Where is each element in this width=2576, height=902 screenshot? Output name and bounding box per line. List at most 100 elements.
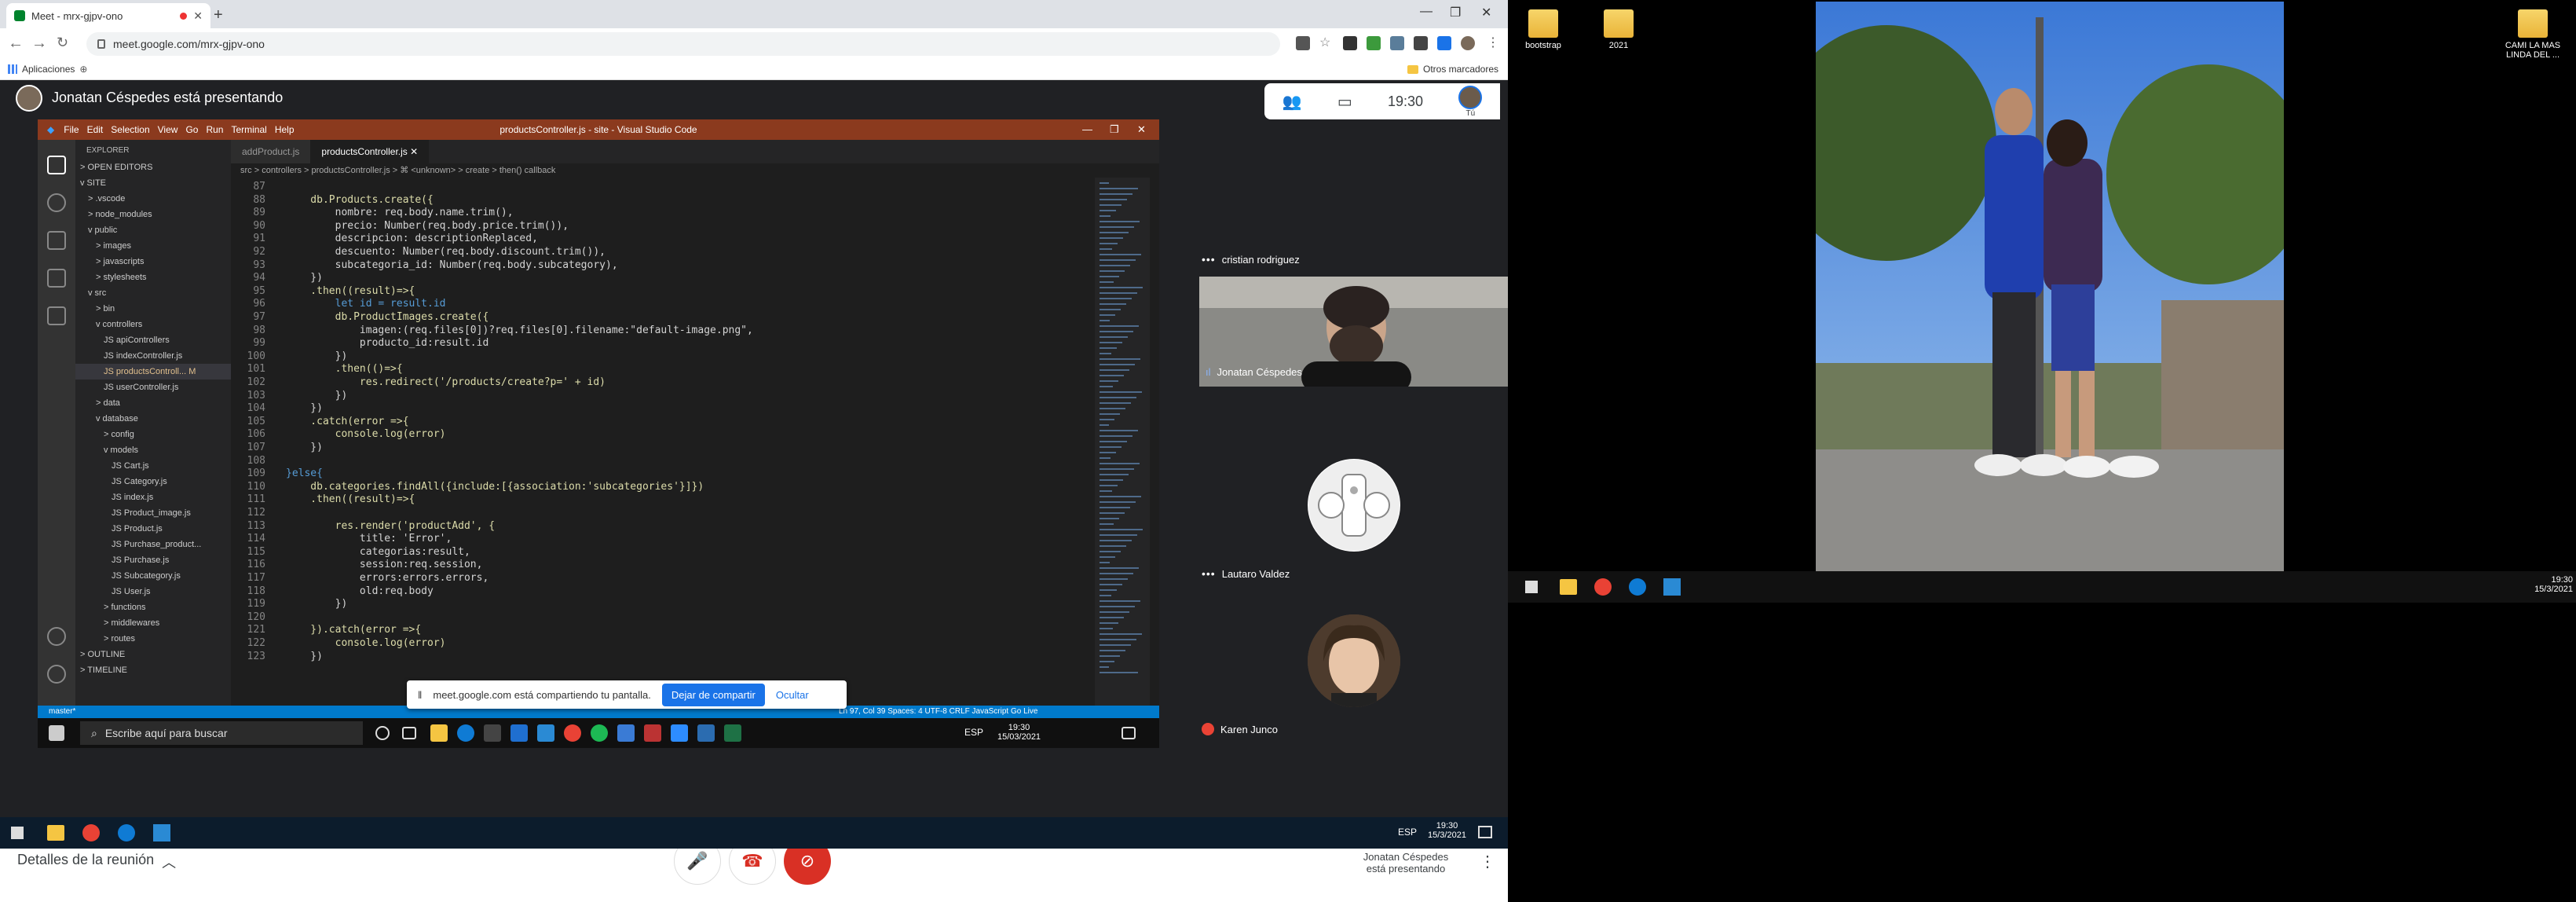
run-debug-icon[interactable]	[47, 269, 66, 288]
chrome-icon[interactable]	[1594, 578, 1612, 596]
hide-button[interactable]: Ocultar	[776, 689, 809, 701]
explorer-item[interactable]: > stylesheets	[75, 270, 231, 285]
explorer-item[interactable]: v database	[75, 411, 231, 427]
chrome-icon[interactable]	[82, 824, 100, 842]
explorer-item[interactable]: JS Product.js	[75, 521, 231, 537]
notifications-icon[interactable]	[1122, 727, 1136, 739]
cortana-icon[interactable]	[375, 726, 390, 740]
spotify-icon[interactable]	[591, 724, 608, 742]
maximize-icon[interactable]: ❐	[1110, 123, 1119, 136]
explorer-item[interactable]: > functions	[75, 600, 231, 615]
explorer-item[interactable]: v public	[75, 222, 231, 238]
desktop-folder-icon[interactable]: 2021	[1583, 9, 1654, 50]
windows-start-icon[interactable]	[49, 725, 64, 741]
explorer-item[interactable]: JS Purchase.js	[75, 552, 231, 568]
branch-status[interactable]: master*	[49, 706, 75, 718]
taskbar-clock[interactable]: 19:30 15/3/2021	[2529, 575, 2573, 594]
chat-icon[interactable]: ▭	[1337, 92, 1352, 112]
star-icon[interactable]: ☆	[1319, 35, 1334, 50]
self-view[interactable]: Tú	[1458, 85, 1483, 118]
taskbar-clock[interactable]: 19:30 15/3/2021	[1428, 821, 1466, 840]
taskbar-clock[interactable]: 19:30 15/03/2021	[997, 723, 1041, 742]
address-bar[interactable]: meet.google.com/mrx-gjpv-ono	[86, 32, 1280, 56]
profile-avatar[interactable]	[1461, 36, 1475, 50]
language-indicator[interactable]: ESP	[1398, 827, 1417, 838]
menu-dots-icon[interactable]: ⋮	[1487, 35, 1501, 50]
editor-tab-active[interactable]: productsController.js ✕	[310, 140, 430, 163]
desktop-folder-icon[interactable]: CAMI LA MAS LINDA DEL ...	[2497, 9, 2568, 60]
stop-sharing-button[interactable]: Dejar de compartir	[661, 683, 765, 706]
explorer-item[interactable]: > bin	[75, 301, 231, 317]
search-icon[interactable]	[47, 193, 66, 212]
vscode-icon[interactable]	[537, 724, 554, 742]
close-tab-icon[interactable]: ✕	[410, 146, 418, 157]
vscode-icon[interactable]	[1663, 578, 1681, 596]
windows-start-icon[interactable]	[1525, 581, 1538, 593]
edge-icon[interactable]	[1629, 578, 1646, 596]
explorer-item[interactable]: > data	[75, 395, 231, 411]
people-icon[interactable]: 👥	[1283, 92, 1302, 112]
code-view[interactable]: 87 88 db.Products.create({89 nombre: req.…	[231, 178, 1063, 706]
explorer-item[interactable]: > TIMELINE	[75, 662, 231, 678]
windows-start-icon[interactable]	[11, 827, 24, 839]
menu-item-view[interactable]: View	[158, 124, 178, 135]
camera-icon[interactable]	[1296, 36, 1310, 50]
maximize-icon[interactable]: ❐	[1450, 5, 1461, 20]
explorer-item[interactable]: v src	[75, 285, 231, 301]
reload-icon[interactable]: ↻	[57, 35, 68, 51]
browser-tab[interactable]: Meet - mrx-gjpv-ono ✕	[6, 3, 210, 28]
explorer-item[interactable]: > config	[75, 427, 231, 442]
explorer-item[interactable]: v controllers	[75, 317, 231, 332]
explorer-item[interactable]: JS Product_image.js	[75, 505, 231, 521]
vscode-icon[interactable]	[153, 824, 170, 842]
explorer-item[interactable]: JS apiControllers	[75, 332, 231, 348]
explorer-item[interactable]: > node_modules	[75, 207, 231, 222]
explorer-item[interactable]: > javascripts	[75, 254, 231, 270]
puzzle-icon[interactable]	[1414, 36, 1428, 50]
explorer-item[interactable]: JS Subcategory.js	[75, 568, 231, 584]
mail-icon[interactable]	[510, 724, 528, 742]
app-icon[interactable]	[617, 724, 635, 742]
language-indicator[interactable]: ESP	[964, 727, 983, 738]
explorer-item[interactable]: > images	[75, 238, 231, 254]
close-window-icon[interactable]: ✕	[1481, 5, 1491, 20]
zoom-icon[interactable]	[671, 724, 688, 742]
source-control-icon[interactable]	[47, 231, 66, 250]
explorer-item[interactable]: > OPEN EDITORS	[75, 160, 231, 175]
shield-icon[interactable]	[1367, 36, 1381, 50]
apps-bookmark[interactable]: Aplicaciones ⊕	[8, 64, 87, 75]
explorer-item[interactable]: > .vscode	[75, 191, 231, 207]
new-tab-icon[interactable]: +	[214, 6, 223, 24]
extension-icon[interactable]	[1437, 36, 1451, 50]
more-options-icon[interactable]: ⋮	[1480, 852, 1495, 871]
file-explorer-icon[interactable]	[1560, 579, 1577, 595]
explorer-item[interactable]: JS Category.js	[75, 474, 231, 490]
menu-item-edit[interactable]: Edit	[87, 124, 104, 135]
chrome-icon[interactable]	[564, 724, 581, 742]
explorer-item[interactable]: JS index.js	[75, 490, 231, 505]
menu-item-selection[interactable]: Selection	[111, 124, 149, 135]
menu-item-terminal[interactable]: Terminal	[231, 124, 266, 135]
app-icon[interactable]	[697, 724, 715, 742]
menu-item-run[interactable]: Run	[206, 124, 223, 135]
minimize-icon[interactable]: —	[1420, 5, 1433, 19]
file-explorer-icon[interactable]	[47, 825, 64, 841]
explorer-item[interactable]: JS Purchase_product...	[75, 537, 231, 552]
edge-icon[interactable]	[457, 724, 474, 742]
minimap[interactable]	[1095, 178, 1150, 706]
participant-video[interactable]: ıl Jonatan Céspedes	[1199, 277, 1508, 387]
menu-item-go[interactable]: Go	[185, 124, 198, 135]
explorer-item[interactable]: JS productsControll... M	[75, 364, 231, 380]
explorer-item[interactable]: JS userController.js	[75, 380, 231, 395]
task-view-icon[interactable]	[402, 727, 416, 739]
editor-tab[interactable]: addProduct.js	[231, 140, 311, 163]
extension-icon[interactable]	[1343, 36, 1357, 50]
forward-icon[interactable]: →	[31, 35, 47, 53]
back-icon[interactable]: ←	[8, 35, 24, 53]
notifications-icon[interactable]	[1478, 826, 1492, 838]
file-explorer-icon[interactable]	[430, 724, 448, 742]
desktop-folder-icon[interactable]: bootstrap	[1508, 9, 1579, 50]
taskbar-search[interactable]: ⌕ Escribe aquí para buscar	[80, 721, 363, 745]
explorer-item[interactable]: JS indexController.js	[75, 348, 231, 364]
close-window-icon[interactable]: ✕	[1137, 123, 1146, 136]
